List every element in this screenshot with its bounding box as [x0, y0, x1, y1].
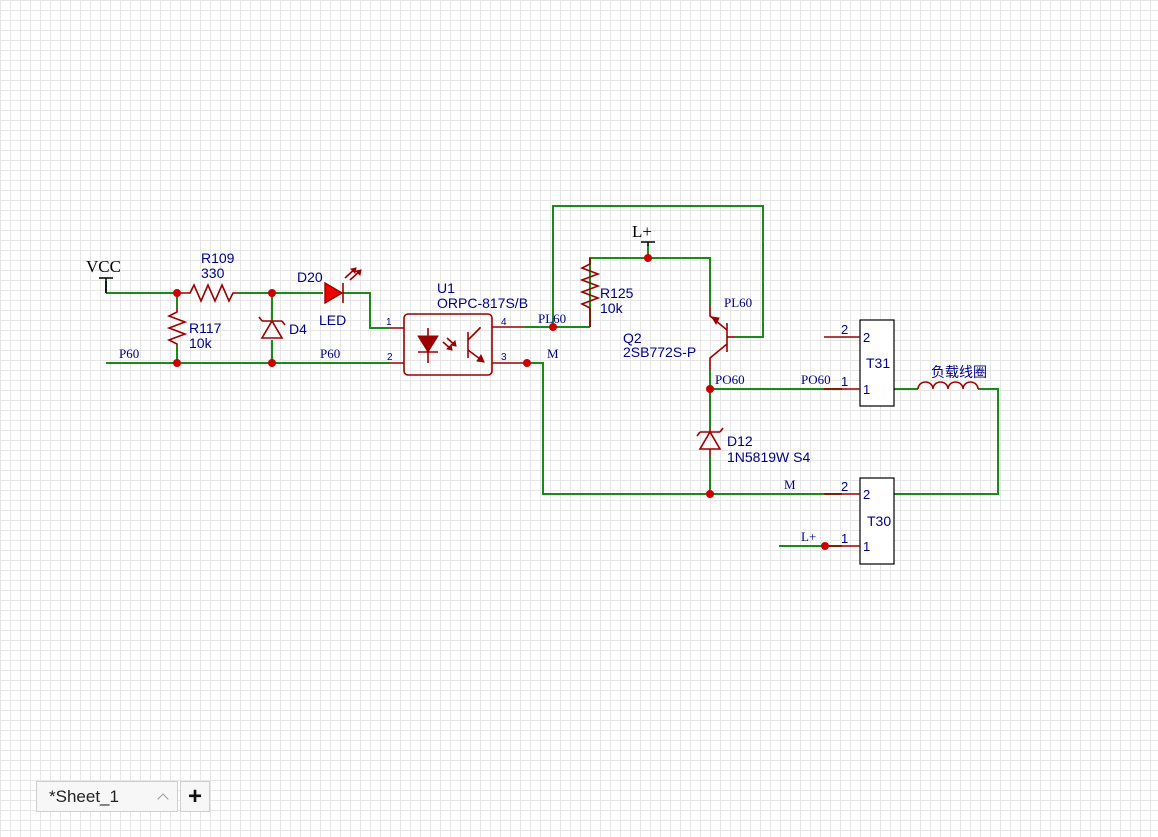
u1-pin-1: 1	[386, 317, 392, 328]
t31-ext-pin-1: 1	[841, 374, 848, 389]
add-sheet-button[interactable]: +	[180, 781, 210, 812]
net-label-po60-t31[interactable]: PO60	[801, 372, 831, 387]
u1-pin-3: 3	[501, 352, 507, 363]
sheet-tab-bar: *Sheet_1 +	[36, 781, 210, 814]
r117-designator: R117	[189, 320, 222, 336]
diode-d12[interactable]: D12 1N5819W S4	[696, 427, 810, 465]
t30-ext-pin-2: 2	[841, 479, 848, 494]
vcc-power-symbol[interactable]: VCC	[86, 257, 121, 293]
coil-label: 负载线圈	[931, 364, 987, 380]
resistor-r109[interactable]: R109 330	[177, 250, 237, 303]
u1-designator: U1	[437, 280, 455, 296]
net-label-pl60-q2[interactable]: PL60	[724, 295, 752, 310]
t30-pin-1: 1	[863, 539, 870, 554]
led-d20[interactable]: D20 LED	[297, 267, 362, 328]
net-label-m-u1[interactable]: M	[547, 346, 559, 361]
d4-designator: D4	[289, 321, 307, 337]
t31-designator: T31	[866, 355, 890, 371]
d20-value: LED	[319, 312, 346, 328]
net-label-m-t30[interactable]: M	[784, 477, 796, 492]
lplus-label: L+	[632, 222, 652, 241]
u1-pin-4: 4	[501, 317, 507, 328]
u1-pin-2: 2	[387, 352, 393, 363]
r109-value: 330	[201, 265, 225, 281]
d12-designator: D12	[727, 433, 753, 449]
resistor-r117[interactable]: R117 10k	[166, 308, 222, 351]
t30-ext-pin-1: 1	[841, 531, 848, 546]
net-label-lplus-t30[interactable]: L+	[801, 529, 816, 544]
r109-designator: R109	[201, 250, 235, 266]
r125-value: 10k	[600, 300, 624, 316]
d20-designator: D20	[297, 269, 323, 285]
net-label-p60-left[interactable]: P60	[119, 346, 139, 361]
t31-pin-1: 1	[863, 382, 870, 397]
schematic-canvas[interactable]: VCC L+ R109 330 R117 10k D4 D20 LED 1 2 …	[0, 0, 1158, 837]
net-label-po60-node[interactable]: PO60	[715, 372, 745, 387]
q2-value: 2SB772S-P	[623, 344, 696, 360]
transistor-q2[interactable]: Q2 2SB772S-P	[623, 305, 735, 370]
d12-value: 1N5819W S4	[727, 449, 810, 465]
connector-t31[interactable]: 2 1 2 1 T31	[824, 319, 895, 407]
t31-ext-pin-2: 2	[841, 322, 848, 337]
lplus-power-symbol[interactable]: L+	[632, 222, 655, 246]
load-coil[interactable]: 负载线圈	[917, 364, 987, 390]
connector-t30[interactable]: 2 1 2 1 T30	[824, 477, 895, 565]
t30-designator: T30	[867, 513, 891, 529]
sheet-tab-active[interactable]: *Sheet_1	[36, 781, 178, 812]
r125-designator: R125	[600, 285, 634, 301]
u1-value: ORPC-817S/B	[437, 295, 528, 311]
optocoupler-u1[interactable]: 1 2 3 4 U1 ORPC-817S/B	[386, 280, 528, 376]
vcc-label: VCC	[86, 257, 121, 276]
r117-value: 10k	[189, 335, 213, 351]
sheet-tab-label: *Sheet_1	[49, 786, 119, 806]
chevron-up-icon[interactable]	[155, 789, 171, 805]
t30-pin-2: 2	[863, 487, 870, 502]
t31-pin-2: 2	[863, 330, 870, 345]
net-label-p60-mid[interactable]: P60	[320, 346, 340, 361]
zener-diode-d4[interactable]: D4	[258, 316, 307, 339]
